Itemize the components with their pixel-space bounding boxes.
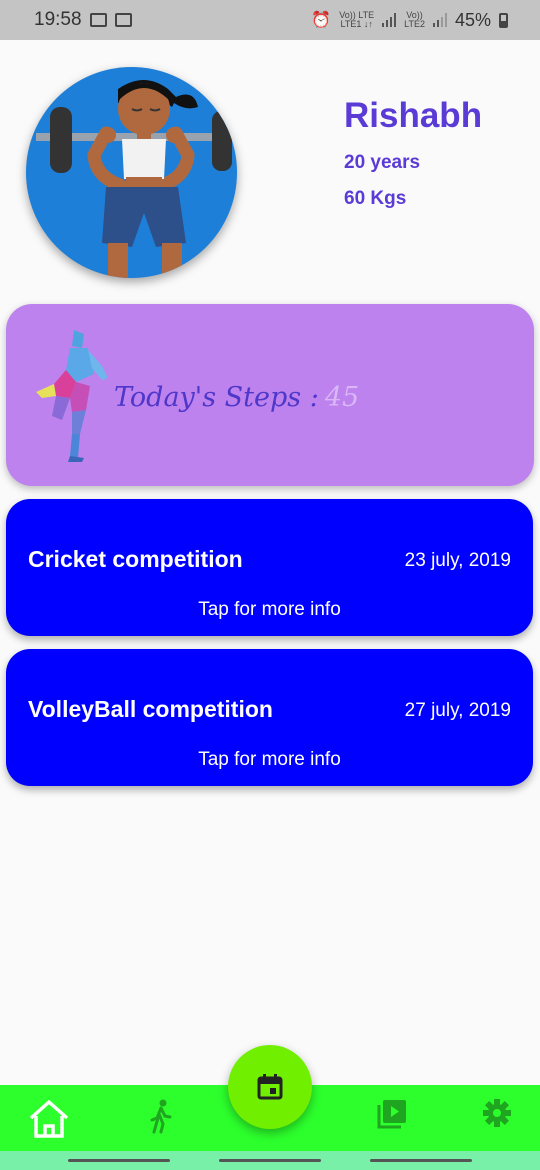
- nav-walk[interactable]: [146, 1098, 176, 1134]
- event-title: VolleyBall competition: [28, 696, 273, 722]
- sim1-label-bottom: LTE1 ↓↑: [340, 19, 373, 29]
- home-icon: [29, 1100, 69, 1138]
- event-card[interactable]: VolleyBall competition 27 july, 2019 Tap…: [6, 649, 533, 786]
- settings-icon: [483, 1099, 511, 1127]
- sim2-label: Vo)) LTE2: [404, 11, 425, 29]
- profile-weight: 60 Kgs: [344, 188, 407, 209]
- steps-text: Today's Steps :45: [114, 382, 359, 413]
- battery-icon: [499, 12, 508, 28]
- calendar-icon: [257, 1074, 283, 1100]
- event-more-info[interactable]: Tap for more info: [6, 749, 533, 771]
- video-library-icon: [377, 1100, 406, 1129]
- event-title: Cricket competition: [28, 546, 243, 572]
- walk-icon: [150, 1099, 172, 1134]
- gallery-icon: [89, 13, 107, 27]
- steps-label: Today's Steps :: [114, 382, 319, 413]
- weightlifter-illustration: [36, 80, 232, 278]
- recents-gesture-handle[interactable]: [68, 1159, 170, 1162]
- sim1-label: Vo)) LTE LTE1 ↓↑: [339, 11, 374, 29]
- avatar[interactable]: [26, 67, 237, 278]
- battery-percent: 45%: [454, 9, 491, 30]
- system-navigation-bar: [0, 1151, 540, 1170]
- event-card[interactable]: Cricket competition 23 july, 2019 Tap fo…: [6, 499, 533, 636]
- status-time: 19:58: [34, 9, 82, 30]
- calendar-fab[interactable]: [228, 1045, 312, 1129]
- event-date: 27 july, 2019: [404, 700, 511, 721]
- profile-age: 20 years: [344, 152, 421, 173]
- wifi-icon: [114, 13, 132, 27]
- nav-settings[interactable]: [482, 1098, 512, 1128]
- sim2-label-bottom: LTE2: [404, 19, 425, 29]
- event-more-info[interactable]: Tap for more info: [6, 599, 533, 621]
- alarm-icon: ⏰: [311, 12, 332, 29]
- profile-name: Rishabh: [344, 96, 483, 135]
- steps-card[interactable]: Today's Steps :45: [6, 304, 534, 486]
- back-gesture-handle[interactable]: [370, 1159, 472, 1162]
- runner-illustration: [36, 330, 108, 462]
- nav-videos[interactable]: [376, 1098, 408, 1130]
- event-date: 23 july, 2019: [404, 550, 511, 571]
- steps-value: 45: [324, 382, 360, 413]
- status-bar: 19:58 ⏰ Vo)) LTE LTE1 ↓↑ Vo)) LTE2 45%: [0, 0, 540, 40]
- signal-icon: [432, 13, 447, 27]
- nav-home[interactable]: [28, 1098, 70, 1140]
- home-gesture-handle[interactable]: [219, 1159, 321, 1162]
- signal-icon: [382, 13, 397, 27]
